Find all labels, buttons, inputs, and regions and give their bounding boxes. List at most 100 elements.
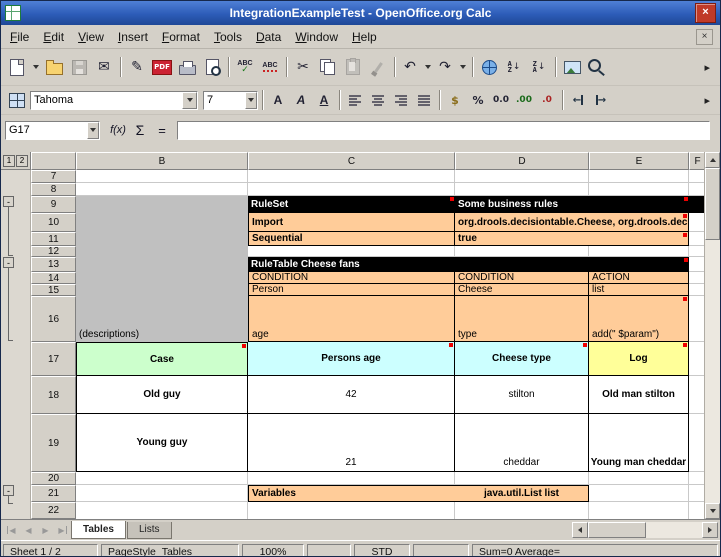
column-header-d[interactable]: D <box>455 152 589 170</box>
decrease-indent-button[interactable]: ← <box>567 88 589 112</box>
horizontal-scrollbar-track[interactable] <box>646 522 702 538</box>
row-header-11[interactable]: 11 <box>31 232 76 246</box>
horizontal-scrollbar[interactable] <box>572 522 718 538</box>
row-header-21[interactable]: 21 <box>31 485 76 502</box>
align-center-button[interactable] <box>367 88 389 112</box>
vertical-scrollbar-track[interactable] <box>705 240 720 503</box>
column-header-c[interactable]: C <box>248 152 455 170</box>
sheet-grid[interactable]: 1 2 B C D E F - - - 7 8 9 10 11 <box>1 152 704 519</box>
cell-B18-old-guy[interactable]: Old guy <box>76 376 248 414</box>
sheet-nav-last-button[interactable]: ▶ <box>54 523 71 538</box>
cell-C15-person[interactable]: Person <box>248 284 455 296</box>
row-header-14[interactable]: 14 <box>31 272 76 284</box>
number-format-percent-button[interactable]: % <box>467 88 489 112</box>
undo-button[interactable]: ↶ <box>399 55 421 79</box>
styles-and-formatting-button[interactable] <box>5 88 29 112</box>
new-document-dropdown[interactable] <box>30 56 41 78</box>
cell-B17-case[interactable]: Case <box>76 342 248 376</box>
cut-button[interactable]: ✂ <box>291 55 315 79</box>
sort-ascending-button[interactable]: A Z↓ <box>502 55 526 79</box>
cell-D19-cheddar[interactable]: cheddar <box>455 414 589 472</box>
font-name-input[interactable] <box>31 92 182 109</box>
zoom-button[interactable] <box>585 55 609 79</box>
vertical-scrollbar-thumb[interactable] <box>705 168 720 240</box>
spellcheck-button[interactable]: ABC✓ <box>233 55 257 79</box>
menu-help[interactable]: Help <box>345 27 384 47</box>
cell-C11-sequential[interactable]: Sequential <box>248 232 455 246</box>
increase-indent-button[interactable]: → <box>590 88 612 112</box>
row-header-13[interactable]: 13 <box>31 257 76 272</box>
cell-D10-import-value[interactable]: org.drools.decisiontable.Cheese, org.dro… <box>455 213 689 232</box>
outline-level-1-button[interactable]: 1 <box>3 155 15 167</box>
cell-C17-persons-age[interactable]: Persons age <box>248 342 455 376</box>
sheet-tab-lists[interactable]: Lists <box>127 522 172 539</box>
menu-window[interactable]: Window <box>288 27 345 47</box>
menu-format[interactable]: Format <box>155 27 207 47</box>
formula-input-line[interactable] <box>177 121 710 140</box>
cell-D11-sequential-value[interactable]: true <box>455 232 689 246</box>
cell-E14-action[interactable]: ACTION <box>589 272 689 284</box>
redo-button[interactable]: ↷ <box>434 55 456 79</box>
row-header-10[interactable]: 10 <box>31 213 76 232</box>
cell-C19-21[interactable]: 21 <box>248 414 455 472</box>
cell-D17-cheese-type[interactable]: Cheese type <box>455 342 589 376</box>
underline-button[interactable]: A <box>313 88 335 112</box>
outline-collapse-button[interactable]: - <box>3 485 14 496</box>
cell-D9-ruleset-comment[interactable]: Some business rules <box>455 196 704 213</box>
menu-tools[interactable]: Tools <box>207 27 249 47</box>
menu-edit[interactable]: Edit <box>36 27 71 47</box>
cell-C16-age[interactable]: age <box>248 296 455 342</box>
document-close-button[interactable]: × <box>696 29 713 45</box>
sheet-tab-tables[interactable]: Tables <box>71 521 126 539</box>
email-button[interactable]: ✉ <box>92 55 116 79</box>
row-header-16[interactable]: 16 <box>31 296 76 342</box>
outline-collapse-button[interactable]: - <box>3 196 14 207</box>
align-justify-button[interactable] <box>413 88 435 112</box>
cell-C18-42[interactable]: 42 <box>248 376 455 414</box>
align-left-button[interactable] <box>344 88 366 112</box>
row-header-7[interactable]: 7 <box>31 170 76 183</box>
cell-E17-log[interactable]: Log <box>589 342 689 376</box>
export-pdf-button[interactable]: PDF <box>150 55 174 79</box>
copy-button[interactable] <box>316 55 340 79</box>
row-header-18[interactable]: 18 <box>31 376 76 414</box>
outline-level-2-button[interactable]: 2 <box>16 155 28 167</box>
print-button[interactable] <box>175 55 199 79</box>
cell-D16-type[interactable]: type <box>455 296 589 342</box>
autospellcheck-button[interactable]: ABC <box>258 55 282 79</box>
cell-C9-ruleset[interactable]: RuleSet <box>248 196 455 213</box>
add-decimal-button[interactable]: .00 <box>513 88 535 112</box>
cell-E15-list[interactable]: list <box>589 284 689 296</box>
toolbar-overflow-button[interactable]: ▸ <box>698 93 716 108</box>
cell-D18-stilton[interactable]: stilton <box>455 376 589 414</box>
scroll-down-button[interactable] <box>705 503 720 519</box>
name-box[interactable] <box>5 121 100 140</box>
new-document-button[interactable] <box>5 55 29 79</box>
edit-file-button[interactable]: ✎ <box>125 55 149 79</box>
sort-descending-button[interactable]: Z A↓ <box>527 55 551 79</box>
cell-C10-import[interactable]: Import <box>248 213 455 232</box>
column-header-b[interactable]: B <box>76 152 248 170</box>
align-right-button[interactable] <box>390 88 412 112</box>
page-preview-button[interactable] <box>200 55 224 79</box>
sum-button[interactable]: Σ <box>129 120 151 140</box>
function-wizard-button[interactable]: f(x) <box>107 120 129 140</box>
vertical-scrollbar[interactable] <box>704 152 720 519</box>
font-size-dropdown[interactable] <box>245 92 257 109</box>
hyperlink-button[interactable] <box>477 55 501 79</box>
menu-insert[interactable]: Insert <box>111 27 155 47</box>
sheet-nav-next-button[interactable]: ▶ <box>37 523 54 538</box>
font-size-combo[interactable] <box>203 91 258 110</box>
font-name-dropdown[interactable] <box>182 92 197 109</box>
menu-data[interactable]: Data <box>249 27 288 47</box>
row-header-20[interactable]: 20 <box>31 472 76 485</box>
menu-file[interactable]: File <box>3 27 36 47</box>
scroll-up-button[interactable] <box>705 152 720 168</box>
number-format-currency-button[interactable]: $ <box>444 88 466 112</box>
delete-decimal-button[interactable]: .0 <box>536 88 558 112</box>
cell-E18-old-man-stilton[interactable]: Old man stilton <box>589 376 689 414</box>
row-header-15[interactable]: 15 <box>31 284 76 296</box>
paste-button[interactable] <box>341 55 365 79</box>
toolbar-overflow-button[interactable]: ▸ <box>698 60 716 75</box>
row-header-9[interactable]: 9 <box>31 196 76 213</box>
